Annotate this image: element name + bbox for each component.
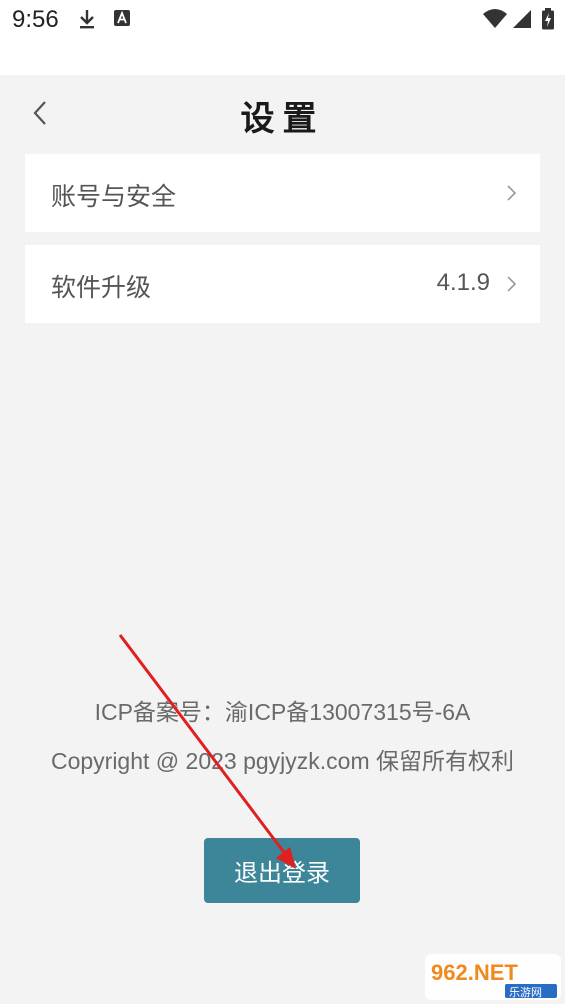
header: 设置	[0, 75, 565, 153]
status-bar: 9:56	[0, 0, 565, 75]
download-icon	[80, 10, 94, 29]
chevron-right-icon	[507, 185, 517, 201]
logout-button[interactable]: 退出登录	[204, 838, 360, 903]
chevron-right-icon	[507, 276, 517, 292]
watermark-logo: 962.NET 乐游网	[425, 954, 561, 1000]
watermark-brand: 962.NET	[431, 960, 518, 985]
watermark-sub: 乐游网	[509, 986, 542, 999]
copyright-text: Copyright @ 2023 pgyjyzk.com 保留所有权利	[50, 748, 515, 774]
a-badge-icon	[114, 10, 130, 26]
settings-item-software-upgrade[interactable]: 软件升级 4.1.9	[25, 245, 540, 323]
signal-icon	[513, 10, 531, 28]
battery-charging-icon	[542, 8, 554, 30]
icp-record-text: ICP备案号：渝ICP备13007315号-6A	[94, 699, 471, 725]
page-title: 设置	[240, 99, 325, 139]
wifi-icon	[483, 9, 507, 28]
settings-item-label: 账号与安全	[51, 182, 177, 211]
status-time: 9:56	[12, 6, 59, 33]
version-value: 4.1.9	[436, 269, 490, 296]
settings-item-account-security[interactable]: 账号与安全	[25, 154, 540, 232]
settings-item-label: 软件升级	[51, 273, 152, 302]
